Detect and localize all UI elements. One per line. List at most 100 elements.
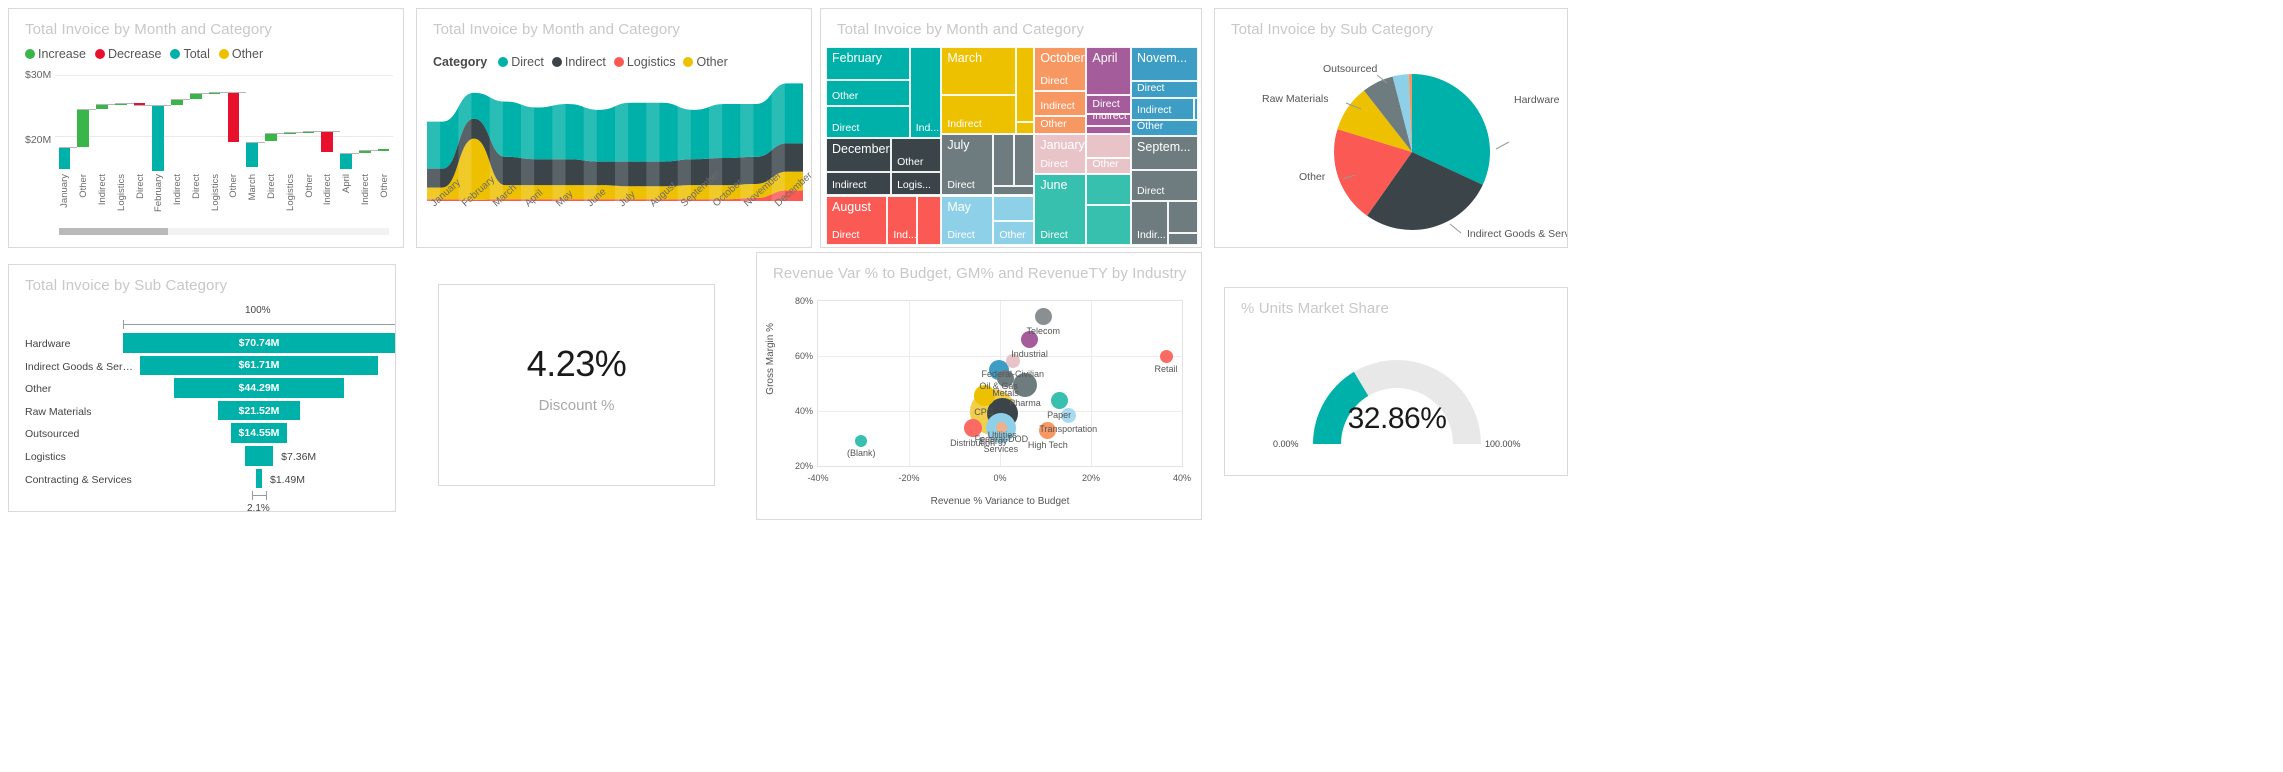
treemap-cell[interactable]: Other: [993, 221, 1035, 245]
treemap-cell[interactable]: May Direct: [941, 195, 994, 245]
legend-item-direct[interactable]: Direct: [498, 55, 544, 69]
scatter-bubble[interactable]: [1159, 350, 1173, 364]
funnel-bar[interactable]: $70.74M: [123, 333, 395, 353]
legend-item-indirect[interactable]: Indirect: [551, 55, 606, 69]
treemap-cell[interactable]: [1086, 173, 1132, 206]
waterfall-bar[interactable]: [77, 108, 89, 147]
scatter-bubble[interactable]: [855, 435, 868, 448]
treemap-cell[interactable]: Logis...: [891, 171, 942, 196]
waterfall-connector: [96, 103, 115, 105]
treemap-cell[interactable]: July Direct: [941, 134, 994, 196]
legend-item-increase[interactable]: Increase: [25, 47, 86, 61]
pie-chart-area[interactable]: Hardware Indirect Goods & Services Other Ra…: [1215, 9, 1567, 247]
panel-treemap-invoice-by-month-category[interactable]: Total Invoice by Month and Category Febr…: [820, 8, 1202, 248]
treemap-cell[interactable]: Direct: [1131, 169, 1198, 202]
treemap-cell[interactable]: [917, 195, 942, 245]
waterfall-x-label: Direct: [190, 174, 202, 199]
waterfall-bar[interactable]: [152, 105, 165, 172]
treemap-cell[interactable]: June Direct: [1034, 173, 1087, 245]
legend-item-other[interactable]: Other: [683, 55, 728, 69]
treemap-cell[interactable]: Indirect: [941, 94, 1016, 135]
panel-title: Total Invoice by Month and Category: [433, 21, 680, 38]
panel-funnel-invoice-by-sub-category[interactable]: Total Invoice by Sub Category 100% Hardwa…: [8, 264, 396, 512]
treemap-cell[interactable]: Other: [1131, 120, 1198, 137]
treemap-cell[interactable]: August Direct: [826, 195, 888, 245]
funnel-bar[interactable]: $21.52M: [217, 400, 301, 421]
treemap-cell[interactable]: Indirect: [1086, 114, 1132, 127]
panel-title: Total Invoice by Month and Category: [25, 21, 272, 38]
treemap-cell[interactable]: Indirect: [1131, 98, 1195, 121]
treemap-cell[interactable]: March: [941, 47, 1016, 95]
treemap-cell[interactable]: Direct: [1086, 94, 1132, 115]
treemap-cell[interactable]: Ind...: [887, 195, 918, 245]
treemap-cell[interactable]: Indirect: [826, 171, 892, 196]
pie-slice-label: Raw Materials: [1262, 93, 1329, 105]
stacked-area-legend[interactable]: Category Direct Indirect Logistics Other: [433, 55, 728, 69]
funnel-bar[interactable]: $44.29M: [173, 378, 345, 398]
waterfall-ytick-mid: $20M: [25, 134, 52, 146]
treemap-cell[interactable]: [1086, 134, 1132, 158]
waterfall-bar[interactable]: [265, 132, 277, 142]
treemap-cell[interactable]: Other: [891, 138, 942, 172]
waterfall-bar[interactable]: [58, 146, 71, 170]
waterfall-bar[interactable]: [227, 92, 240, 143]
funnel-bar[interactable]: $61.71M: [140, 355, 378, 376]
treemap-cell[interactable]: February: [826, 47, 910, 80]
treemap-cell[interactable]: Other: [826, 79, 910, 107]
treemap-cell[interactable]: [1013, 134, 1035, 186]
treemap-cell[interactable]: [1168, 201, 1198, 234]
treemap-cell[interactable]: Other: [1086, 157, 1132, 174]
funnel-bar[interactable]: $14.55M: [231, 423, 287, 443]
legend-item-decrease[interactable]: Decrease: [94, 47, 161, 61]
legend-item-other[interactable]: Other: [218, 47, 263, 61]
treemap-cell[interactable]: [993, 195, 1035, 222]
treemap-cell[interactable]: Direct: [1131, 80, 1198, 99]
treemap-cell[interactable]: [1015, 47, 1035, 123]
treemap-cell[interactable]: [1194, 98, 1198, 121]
legend-item-total[interactable]: Total: [170, 47, 210, 61]
funnel-bar[interactable]: [256, 468, 262, 489]
waterfall-legend[interactable]: Increase Decrease Total Other: [25, 47, 263, 61]
waterfall-plot-area[interactable]: [55, 75, 393, 172]
panel-stacked-area-invoice-by-month-category[interactable]: Total Invoice by Month and Category Cate…: [416, 8, 812, 248]
treemap-cell[interactable]: December: [826, 138, 892, 172]
scatter-bubble[interactable]: [1050, 391, 1068, 409]
waterfall-bar[interactable]: [340, 152, 352, 170]
waterfall-scrollbar-thumb[interactable]: [59, 228, 168, 235]
legend-item-logistics[interactable]: Logistics: [613, 55, 675, 69]
scatter-bubble[interactable]: [1034, 307, 1052, 325]
treemap-cell-label: Indirect: [832, 179, 867, 192]
treemap-cell[interactable]: [1086, 205, 1132, 245]
treemap-cell[interactable]: Other: [1034, 116, 1087, 135]
treemap-cell[interactable]: Indir...: [1131, 201, 1169, 245]
treemap-cell[interactable]: [1168, 233, 1198, 245]
treemap-cell[interactable]: [993, 185, 1035, 196]
panel-waterfall-invoice-by-month-category[interactable]: Total Invoice by Month and Category Incr…: [8, 8, 404, 248]
treemap-area[interactable]: February Other Direct Ind... December Other In…: [826, 47, 1198, 245]
funnel-bar[interactable]: [244, 446, 274, 466]
scatter-plot-area[interactable]: Telecom Industrial Retail Federal-Civilian O…: [817, 300, 1183, 467]
legend-swatch-icon: [94, 49, 105, 59]
waterfall-bar[interactable]: [321, 131, 334, 152]
panel-scatter-revenue-var-gm-by-industry[interactable]: Revenue Var % to Budget, GM% and Revenue…: [756, 252, 1202, 520]
gauge-area[interactable]: 32.86% 0.00% 100.00%: [1225, 306, 1567, 475]
treemap-cell[interactable]: [1015, 122, 1035, 135]
waterfall-bar[interactable]: [246, 142, 258, 167]
treemap-cell[interactable]: Novem...: [1131, 47, 1198, 81]
waterfall-bar[interactable]: [377, 148, 390, 151]
treemap-cell[interactable]: Septem...: [1131, 136, 1198, 170]
treemap-cell[interactable]: January Direct: [1034, 134, 1087, 174]
waterfall-connector: [171, 98, 190, 100]
treemap-cell[interactable]: [993, 134, 1014, 186]
treemap-cell[interactable]: April: [1086, 47, 1132, 95]
treemap-cell[interactable]: Other: [1086, 126, 1132, 135]
treemap-cell[interactable]: Indirect: [1034, 90, 1087, 117]
panel-kpi-discount-percent[interactable]: 4.23% Discount %: [438, 284, 715, 486]
panel-gauge-units-market-share[interactable]: % Units Market Share 32.86% 0.00% 100.00%: [1224, 287, 1568, 476]
treemap-cell[interactable]: Direct: [826, 106, 910, 139]
funnel-area[interactable]: 100% Hardware $70.74M Indirect Goods & Ser……: [9, 293, 395, 511]
panel-pie-invoice-by-sub-category[interactable]: Total Invoice by Sub Category Hardware In…: [1214, 8, 1568, 248]
waterfall-scrollbar-track[interactable]: [59, 228, 389, 235]
treemap-cell[interactable]: Ind...: [909, 47, 942, 139]
treemap-cell[interactable]: October Direct: [1034, 47, 1087, 91]
